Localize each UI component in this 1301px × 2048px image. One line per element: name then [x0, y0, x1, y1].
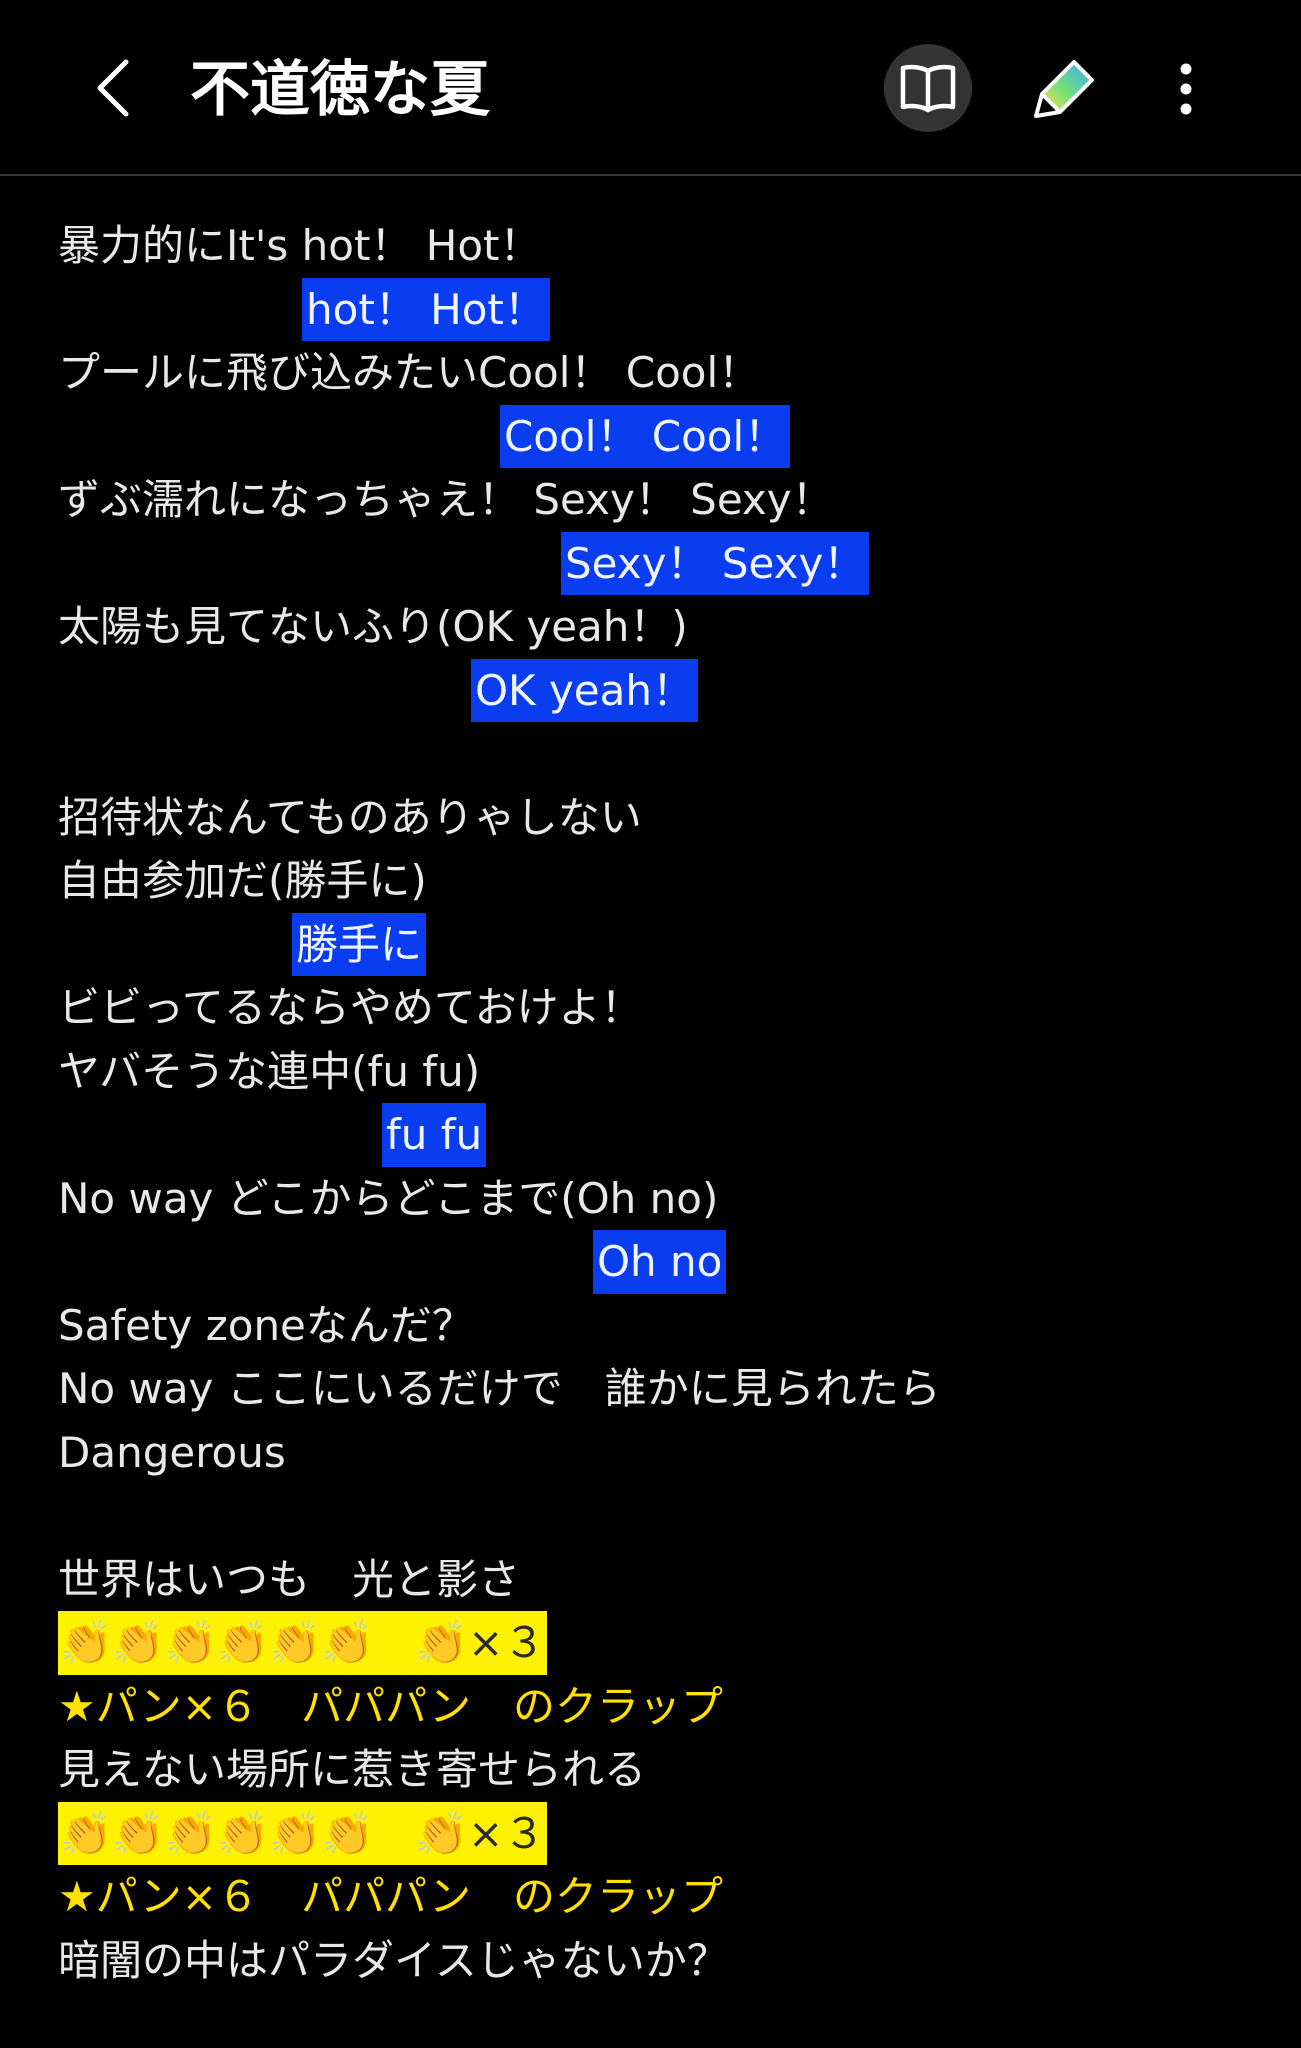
lyric-line: 世界はいつも 光と影さ [58, 1554, 521, 1604]
lyric-line: Sexy！ Sexy！ [58, 531, 1258, 595]
lyric-line: プールに飛び込みたいCool！ Cool！ [58, 348, 761, 397]
lyric-highlight: Sexy！ Sexy！ [561, 531, 870, 595]
lyric-line: 太陽も見てないふり(OK yeah！) [58, 602, 688, 651]
reader-mode-button[interactable] [884, 44, 972, 132]
lyric-line: Safety zoneなんだ？ [58, 1300, 474, 1350]
lyric-line: 見えない場所に惹き寄せられる [58, 1745, 647, 1794]
lyric-highlight: 勝手に [292, 912, 427, 976]
clap-highlight: 👏👏👏👏👏👏 👏×３ [58, 1611, 548, 1675]
more-options-icon [1180, 63, 1192, 115]
page-title: 不道徳な夏 [190, 55, 490, 125]
lyric-line: ヤバそうな連中(fu fu) [58, 1046, 481, 1096]
clap-highlight: 👏👏👏👏👏👏 👏×３ [58, 1801, 548, 1865]
lyric-line: 勝手に [58, 912, 1258, 976]
lyric-highlight: Oh no [593, 1230, 727, 1294]
lyric-line: 招待状なんてものありゃしない [58, 792, 642, 842]
lyric-highlight: fu fu [382, 1103, 487, 1167]
pen-icon [1034, 60, 1094, 118]
lyric-line: Dangerous [58, 1427, 286, 1477]
lyric-line: 👏👏👏👏👏👏 👏×３ [58, 1611, 1258, 1675]
lyric-line: hot！ Hot！ [58, 277, 1258, 341]
lyric-line: 👏👏👏👏👏👏 👏×３ [58, 1801, 1258, 1865]
lyric-line: 暗闇の中はパラダイスじゃないか？ [58, 1935, 729, 1985]
lyric-highlight: hot！ Hot！ [302, 277, 550, 341]
lyric-highlight: OK yeah！ [471, 658, 699, 722]
lyric-line: Cool！ Cool！ [58, 404, 1258, 468]
lyric-line: OK yeah！ [58, 658, 1258, 722]
lyric-line: 自由参加だ(勝手に) [58, 856, 427, 905]
lyric-line: 暴力的にIt's hot！ Hot！ [58, 221, 542, 270]
clap-note: ★パン×６ パパパン のクラップ [58, 1872, 724, 1921]
reader-mode-icon [900, 64, 956, 113]
clap-note: ★パン×６ パパパン のクラップ [58, 1681, 724, 1731]
lyric-line: fu fu [58, 1103, 1258, 1167]
back-arrow-icon [97, 59, 129, 117]
pen-button[interactable] [1020, 44, 1110, 134]
lyrics-body[interactable]: 暴力的にIt's hot！ Hot！ hot！ Hot！ プールに飛び込みたいC… [58, 214, 1258, 1992]
lyric-line: No way ここにいるだけで 誰かに見られたら [58, 1364, 941, 1413]
lyric-line: Oh no [58, 1230, 1258, 1294]
app-bar: 不道徳な夏 [0, 0, 1301, 176]
more-options-button[interactable] [1156, 44, 1216, 134]
lyric-highlight: Cool！ Cool！ [500, 404, 791, 468]
lyric-line: No way どこからどこまで(Oh no) [58, 1173, 719, 1223]
lyric-line: ビビってるならやめておけよ！ [58, 983, 643, 1032]
lyric-line: ずぶ濡れになっちゃえ！ Sexy！ Sexy！ [58, 475, 834, 524]
back-button[interactable] [72, 48, 152, 128]
